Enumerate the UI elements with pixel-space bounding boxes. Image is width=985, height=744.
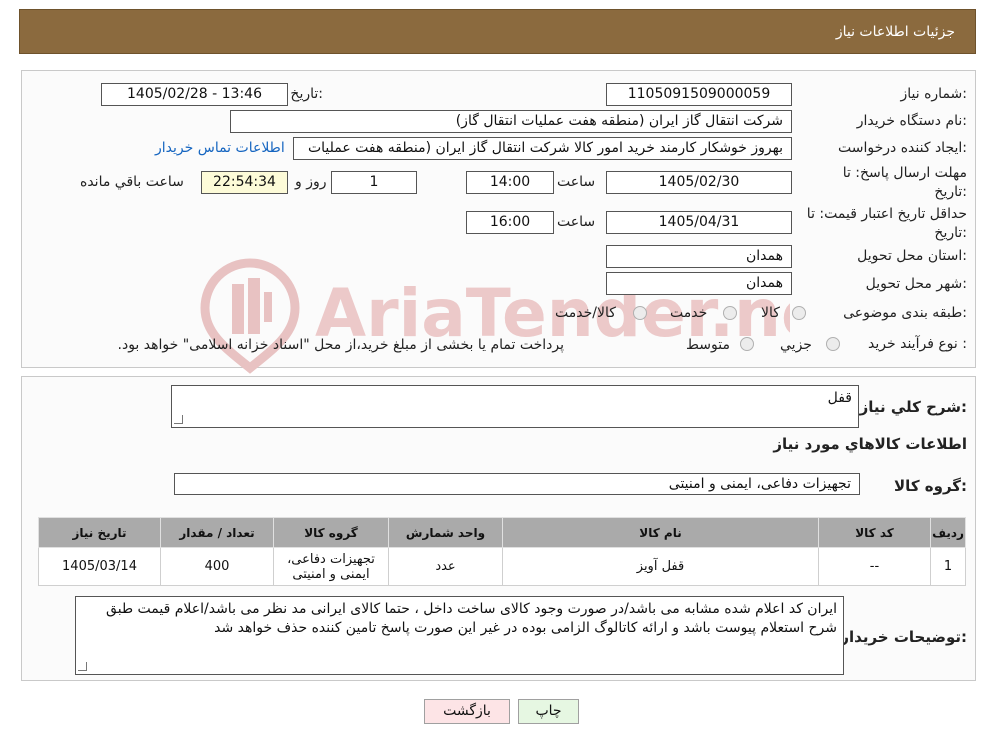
validity-time-label: ساعت	[557, 214, 596, 230]
cell-item-code: --	[818, 547, 931, 586]
print-button[interactable]: چاپ	[518, 699, 579, 724]
province-label: استان محل تحویل:	[857, 248, 967, 264]
deadline-label-line1: مهلت ارسال پاسخ: تا	[842, 165, 967, 181]
deadline-time-label: ساعت	[557, 174, 596, 190]
city-field: همدان	[606, 272, 792, 295]
buyer-org-label: نام دستگاه خریدار:	[856, 113, 967, 129]
back-button[interactable]: بازگشت	[424, 699, 510, 724]
city-label: شهر محل تحویل:	[865, 276, 967, 292]
col-row-number: ردیف	[930, 517, 966, 548]
category-option-goods-service: کالا/خدمت	[555, 305, 616, 321]
cell-quantity: 400	[160, 547, 274, 586]
buyer-org-field: شرکت انتقال گاز ایران (منطقه هفت عملیات …	[230, 110, 792, 133]
category-radio-goods-service[interactable]	[633, 306, 647, 320]
col-unit: واحد شمارش	[388, 517, 503, 548]
process-option-minor: جزیي	[780, 337, 812, 353]
announce-date-field: 1405/02/28 - 13:46	[101, 83, 288, 106]
resize-handle[interactable]	[78, 662, 87, 671]
need-number-label: شماره نیاز:	[900, 86, 967, 102]
creator-label: ایجاد کننده درخواست:	[838, 140, 967, 156]
cell-item-name: قفل آویز	[502, 547, 819, 586]
province-field: همدان	[606, 245, 792, 268]
creator-field: بهروز خوشکار کارمند خرید امور کالا شرکت …	[293, 137, 792, 160]
col-need-date: تاریخ نیاز	[38, 517, 161, 548]
category-option-goods: کالا	[761, 305, 780, 321]
remaining-time-label: ساعت باقي مانده	[80, 174, 184, 190]
need-number-field: 1105091509000059	[606, 83, 792, 106]
buyer-notes-label: توضیحات خریدار:	[840, 628, 967, 646]
cell-need-date: 1405/03/14	[38, 547, 161, 586]
buyer-contact-link[interactable]: اطلاعات تماس خریدار	[155, 140, 285, 156]
summary-field: قفل	[171, 385, 859, 428]
validity-time-field: 16:00	[466, 211, 554, 234]
days-remaining-field: 1	[331, 171, 417, 194]
validity-date-field: 1405/04/31	[606, 211, 792, 234]
items-table: ردیف کد کالا نام کالا واحد شمارش گروه کا…	[38, 517, 966, 586]
category-radio-goods[interactable]	[792, 306, 806, 320]
deadline-date-field: 1405/02/30	[606, 171, 792, 194]
summary-value: قفل	[827, 390, 852, 406]
group-label: گروه کالا:	[894, 477, 967, 495]
items-heading: اطلاعات کالاهاي مورد نیاز	[773, 435, 967, 453]
process-radio-minor[interactable]	[826, 337, 840, 351]
group-field: تجهیزات دفاعی، ایمنی و امنیتی	[174, 473, 860, 495]
category-radio-service[interactable]	[723, 306, 737, 320]
process-label: نوع فرآیند خرید :	[868, 336, 967, 352]
process-radio-medium[interactable]	[740, 337, 754, 351]
remaining-time-field: 22:54:34	[201, 171, 288, 194]
deadline-time-field: 14:00	[466, 171, 554, 194]
resize-handle[interactable]	[174, 415, 183, 424]
deadline-label-line2: تاریخ:	[934, 184, 967, 200]
col-item-code: کد کالا	[818, 517, 931, 548]
process-note: پرداخت تمام یا بخشی از مبلغ خرید،از محل …	[117, 337, 564, 353]
cell-unit: عدد	[388, 547, 503, 586]
table-row: 1 -- قفل آویز عدد تجهیزات دفاعی، ایمنی و…	[38, 547, 966, 586]
col-item-name: نام کالا	[502, 517, 819, 548]
days-label: روز و	[295, 174, 327, 190]
cell-item-group: تجهیزات دفاعی، ایمنی و امنیتی	[273, 547, 389, 586]
validity-label-line2: تاریخ:	[934, 225, 967, 241]
cell-row-number: 1	[930, 547, 966, 586]
page-title: جزئیات اطلاعات نیاز	[835, 24, 955, 40]
col-quantity: تعداد / مقدار	[160, 517, 274, 548]
table-header-row: ردیف کد کالا نام کالا واحد شمارش گروه کا…	[38, 517, 966, 548]
buyer-notes-text: ایران کد اعلام شده مشابه می باشد/در صورت…	[106, 601, 837, 636]
validity-label-line1: حداقل تاریخ اعتبار قیمت: تا	[806, 206, 967, 222]
col-item-group: گروه کالا	[273, 517, 389, 548]
buyer-notes-field: ایران کد اعلام شده مشابه می باشد/در صورت…	[75, 596, 844, 675]
category-option-service: خدمت	[670, 305, 708, 321]
page-header: جزئیات اطلاعات نیاز	[19, 9, 976, 54]
summary-label: شرح کلي نیاز:	[859, 398, 967, 416]
category-label: طبقه بندی موضوعی:	[843, 305, 967, 321]
process-option-medium: متوسط	[686, 337, 730, 353]
